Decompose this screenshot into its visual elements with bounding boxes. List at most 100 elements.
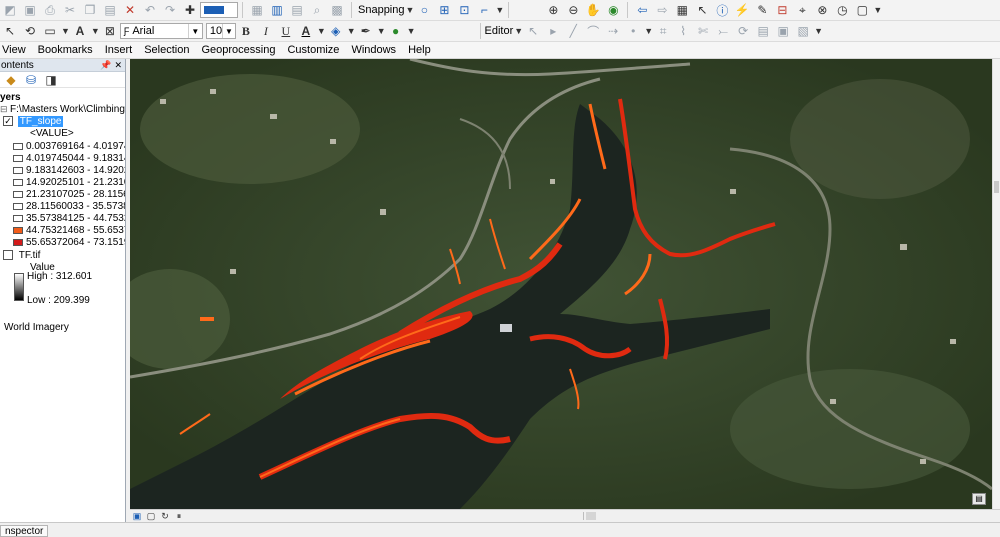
chevron-down-icon[interactable]: ▼ [814,26,823,36]
cut-polygons-icon[interactable]: ✄ [694,22,712,40]
html-popup-icon[interactable]: ✎ [753,1,771,19]
end-snapping-icon[interactable]: ⊞ [435,1,453,19]
back-extent-icon[interactable]: ⇦ [633,1,651,19]
bold-button[interactable]: B [237,22,255,40]
forward-extent-icon[interactable]: ⇨ [653,1,671,19]
print-icon[interactable]: ⎙ [41,1,59,19]
identify-icon[interactable]: ⓘ [713,1,731,19]
save-icon[interactable]: ▣ [21,1,39,19]
snapping-label[interactable]: Snapping [358,4,405,16]
chevron-down-icon[interactable]: ▼ [407,26,416,36]
time-slider-icon[interactable]: ◷ [833,1,851,19]
edit-vertices-icon[interactable]: ⊠ [101,22,119,40]
open-icon[interactable]: ◩ [1,1,19,19]
catalog-icon[interactable]: ▤ [288,1,306,19]
basemap-layer[interactable]: World Imagery [4,322,69,333]
point-icon[interactable]: • [624,22,642,40]
select-features-icon[interactable]: ▦ [673,1,691,19]
menu-insert[interactable]: Insert [99,44,139,56]
menu-geoprocessing[interactable]: Geoprocessing [195,44,281,56]
editor-toolbar-icon[interactable]: ▦ [248,1,266,19]
scale-dropdown[interactable] [200,2,238,18]
line-color-icon[interactable]: ✒ [357,22,375,40]
endpoint-arc-icon[interactable]: ⌒ [584,22,602,40]
binoculars-icon[interactable]: ⊗ [813,1,831,19]
chevron-down-icon[interactable]: ▼ [377,26,386,36]
menu-customize[interactable]: Customize [281,44,345,56]
text-tool-icon[interactable]: A [71,22,89,40]
data-view-icon[interactable]: ▣ [131,510,143,522]
chevron-down-icon[interactable]: ▼ [495,5,504,15]
editor-menu-button[interactable]: Editor [485,25,514,37]
list-by-visibility-icon[interactable]: ◨ [42,71,60,89]
layers-group-label[interactable]: yers [0,92,21,103]
sketch-properties-icon[interactable]: ▣ [774,22,792,40]
copy-icon[interactable]: ❐ [81,1,99,19]
chevron-down-icon[interactable]: ▼ [514,26,523,36]
reshape-icon[interactable]: ⌇ [674,22,692,40]
vertex-snapping-icon[interactable]: ⊡ [455,1,473,19]
chevron-down-icon[interactable]: ▼ [347,26,356,36]
layer-name-selected[interactable]: TF_slope [17,116,64,127]
menu-bookmarks[interactable]: Bookmarks [32,44,99,56]
scrollbar-thumb[interactable] [994,181,999,193]
horizontal-scroll-track[interactable] [164,512,584,520]
rotate-icon[interactable]: ⟲ [21,22,39,40]
pan-icon[interactable]: ✋ [584,1,602,19]
font-size-select[interactable]: 10 ▼ [205,23,236,39]
chevron-down-icon[interactable]: ▼ [61,26,70,36]
edit-tool-icon[interactable]: ↖ [524,22,542,40]
select-elements-icon[interactable]: ↖ [1,22,19,40]
layer-visibility-checkbox[interactable] [3,250,13,261]
chevron-down-icon[interactable]: ▼ [644,26,653,36]
menu-selection[interactable]: Selection [138,44,195,56]
layer-name[interactable]: TF.tif [19,250,41,261]
edit-vertices-tool-icon[interactable]: ⌗ [654,22,672,40]
chevron-down-icon[interactable]: ▼ [406,5,415,15]
fill-color-icon[interactable]: ◈ [327,22,345,40]
full-extent-icon[interactable]: ◉ [604,1,622,19]
chevron-down-icon[interactable]: ▼ [222,24,235,38]
point-snapping-icon[interactable]: ○ [415,1,433,19]
layer-visibility-checkbox[interactable]: ✓ [3,116,13,127]
layer-tf-tif[interactable]: TF.tif [3,250,40,261]
paste-icon[interactable]: ▤ [101,1,119,19]
menu-windows[interactable]: Windows [345,44,402,56]
add-data-icon[interactable]: ✚ [181,1,199,19]
attributes-icon[interactable]: ▤ [754,22,772,40]
chevron-down-icon[interactable]: ▼ [91,26,100,36]
zoom-in-icon[interactable]: ⊕ [544,1,562,19]
trace-icon[interactable]: ⇢ [604,22,622,40]
undo-icon[interactable]: ↶ [141,1,159,19]
chevron-down-icon[interactable]: ▼ [873,5,882,15]
create-viewer-icon[interactable]: ▢ [853,1,871,19]
list-by-drawing-order-icon[interactable]: ◆ [2,71,20,89]
edge-snapping-icon[interactable]: ⌐ [475,1,493,19]
zoom-out-icon[interactable]: ⊖ [564,1,582,19]
marker-color-icon[interactable]: ● [387,22,405,40]
create-features-icon[interactable]: ▧ [794,22,812,40]
menu-view[interactable]: View [0,44,32,56]
map-vertical-scrollbar[interactable] [992,59,1000,509]
delete-icon[interactable]: ✕ [121,1,139,19]
list-by-source-icon[interactable]: ⛁ [22,71,40,89]
arctoolbox-icon[interactable]: ▩ [328,1,346,19]
dataframe-path[interactable]: ⊟ F:\Masters Work\Climbing Project [0,104,125,115]
cut-icon[interactable]: ✂ [61,1,79,19]
select-elements-icon[interactable]: ↖ [693,1,711,19]
italic-button[interactable]: I [257,22,275,40]
rotate-feature-icon[interactable]: ⟳ [734,22,752,40]
pin-icon[interactable]: 📌 [100,60,111,71]
edit-annotation-icon[interactable]: ▸ [544,22,562,40]
search-window-icon[interactable]: ⌕ [308,1,326,19]
font-name-select[interactable]: Ƒ Arial ▼ [119,23,203,39]
font-color-button[interactable]: A [297,22,315,40]
split-icon[interactable]: ⤚ [714,22,732,40]
straight-segment-icon[interactable]: ╱ [564,22,582,40]
map-canvas[interactable]: ▤ [130,59,992,509]
layout-view-icon[interactable]: ▢ [145,510,157,522]
hyperlink-icon[interactable]: ⚡ [733,1,751,19]
chat-bubble-icon[interactable]: ▤ [972,493,986,505]
underline-button[interactable]: U [277,22,295,40]
redo-icon[interactable]: ↷ [161,1,179,19]
